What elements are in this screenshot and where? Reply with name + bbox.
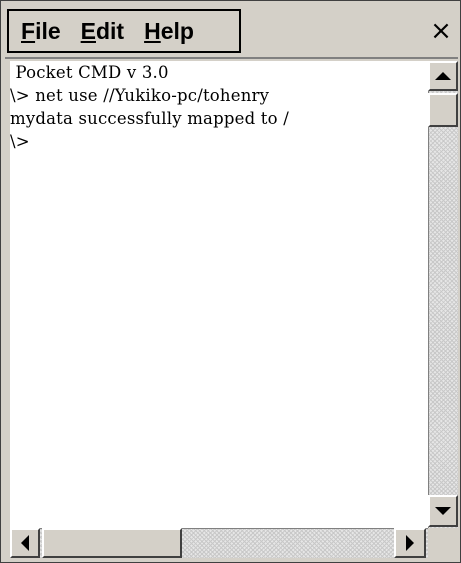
- close-icon[interactable]: ×: [424, 11, 458, 51]
- pocket-cmd-window: File Edit Help × Pocket CMD v 3.0 \> net…: [0, 0, 461, 563]
- horizontal-scroll-thumb[interactable]: [42, 528, 182, 558]
- menu-help-label: elp: [160, 17, 194, 44]
- menu-help-accelerator: H: [144, 17, 161, 44]
- menu-file[interactable]: File: [21, 17, 61, 44]
- console-output[interactable]: Pocket CMD v 3.0 \> net use //Yukiko-pc/…: [10, 61, 428, 543]
- scroll-right-button[interactable]: [394, 528, 426, 558]
- arrow-down-icon: [435, 507, 451, 515]
- menu-edit-accelerator: E: [80, 17, 96, 44]
- menu-separator: [5, 57, 458, 59]
- arrow-right-icon: [406, 535, 414, 551]
- scroll-up-button[interactable]: [428, 61, 458, 91]
- arrow-left-icon: [21, 535, 29, 551]
- console-line: Pocket CMD v 3.0: [10, 63, 169, 82]
- horizontal-scrollbar[interactable]: [10, 528, 428, 558]
- console-line: \> net use //Yukiko-pc/tohenry: [10, 86, 270, 105]
- vertical-scroll-thumb[interactable]: [428, 93, 458, 127]
- menu-bar: File Edit Help: [7, 9, 241, 53]
- console-line: mydata successfully mapped to /: [10, 109, 289, 128]
- console-prompt: \>: [10, 132, 30, 151]
- menu-help[interactable]: Help: [144, 17, 194, 44]
- menu-edit[interactable]: Edit: [80, 17, 125, 44]
- scrollbar-corner: [428, 528, 458, 558]
- scroll-left-button[interactable]: [10, 528, 40, 558]
- menu-file-accelerator: F: [21, 17, 36, 44]
- scroll-down-button[interactable]: [428, 495, 458, 527]
- arrow-up-icon: [435, 72, 451, 80]
- vertical-scrollbar[interactable]: [428, 61, 458, 543]
- menu-file-label: ile: [35, 17, 61, 44]
- menu-edit-label: dit: [95, 17, 125, 44]
